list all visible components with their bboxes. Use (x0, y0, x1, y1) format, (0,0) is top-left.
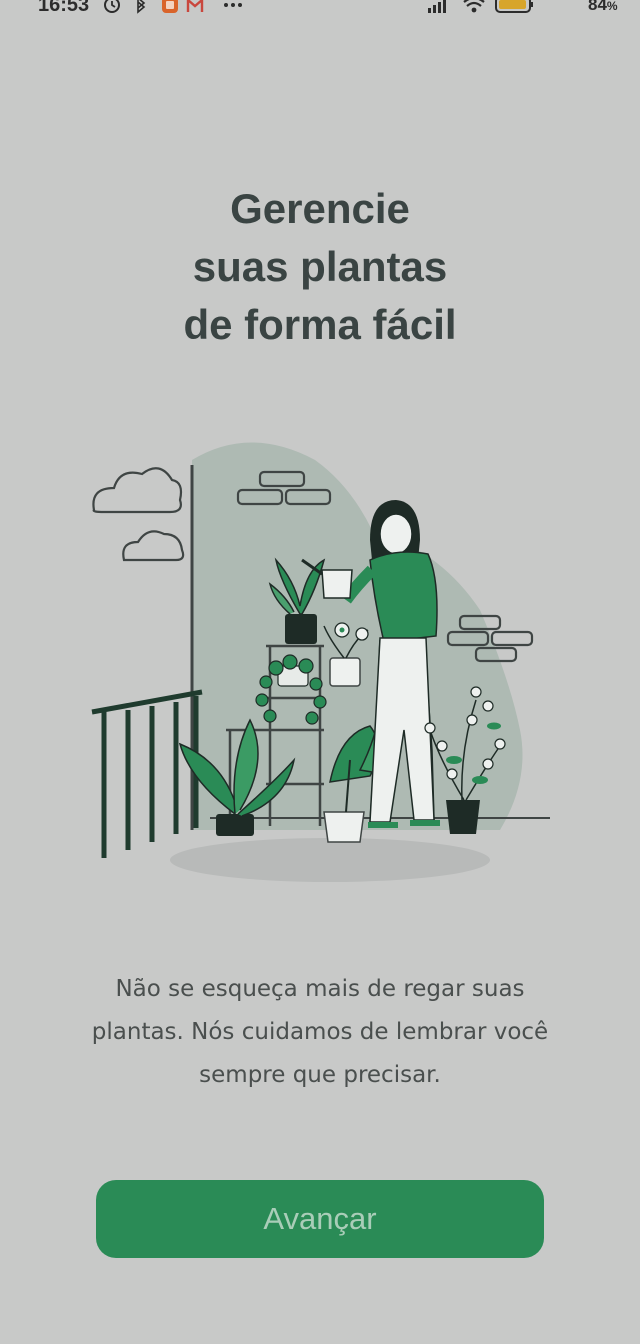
railing (91, 689, 203, 858)
status-icons-left (104, 0, 242, 14)
signal-icon (428, 0, 446, 13)
description-line-1: Não se esqueça mais de regar suas (115, 976, 525, 1002)
battery-icon (495, 0, 533, 13)
title-line-3: de forma fácil (183, 301, 457, 348)
status-icons-right (428, 0, 533, 13)
title-line-1: Gerencie (230, 185, 410, 232)
alarm-icon (104, 0, 120, 13)
more-dots-icon (224, 3, 242, 7)
bluetooth-icon (137, 0, 146, 14)
description-line-3: sempre que precisar. (199, 1062, 441, 1088)
battery-percentage: 84% (588, 0, 618, 14)
description-text: Não se esqueça mais de regar suas planta… (60, 968, 580, 1097)
onboarding-screen: 16:53 84% Gerencie suas plantas de forma… (0, 0, 640, 1344)
title-line-2: suas plantas (192, 243, 448, 290)
wifi-icon (463, 0, 485, 13)
status-time: 16:53 (38, 0, 90, 16)
next-button[interactable]: Avançar (96, 1180, 544, 1258)
page-title: Gerencie suas plantas de forma fácil (0, 180, 640, 354)
status-bar: 16:53 84% (0, 0, 640, 22)
app-notification-icon (162, 0, 178, 13)
plants-illustration (91, 442, 550, 882)
gmail-icon (186, 0, 204, 12)
description-line-2: plantas. Nós cuidamos de lembrar você (91, 1019, 549, 1045)
cloud-icon (92, 467, 185, 562)
